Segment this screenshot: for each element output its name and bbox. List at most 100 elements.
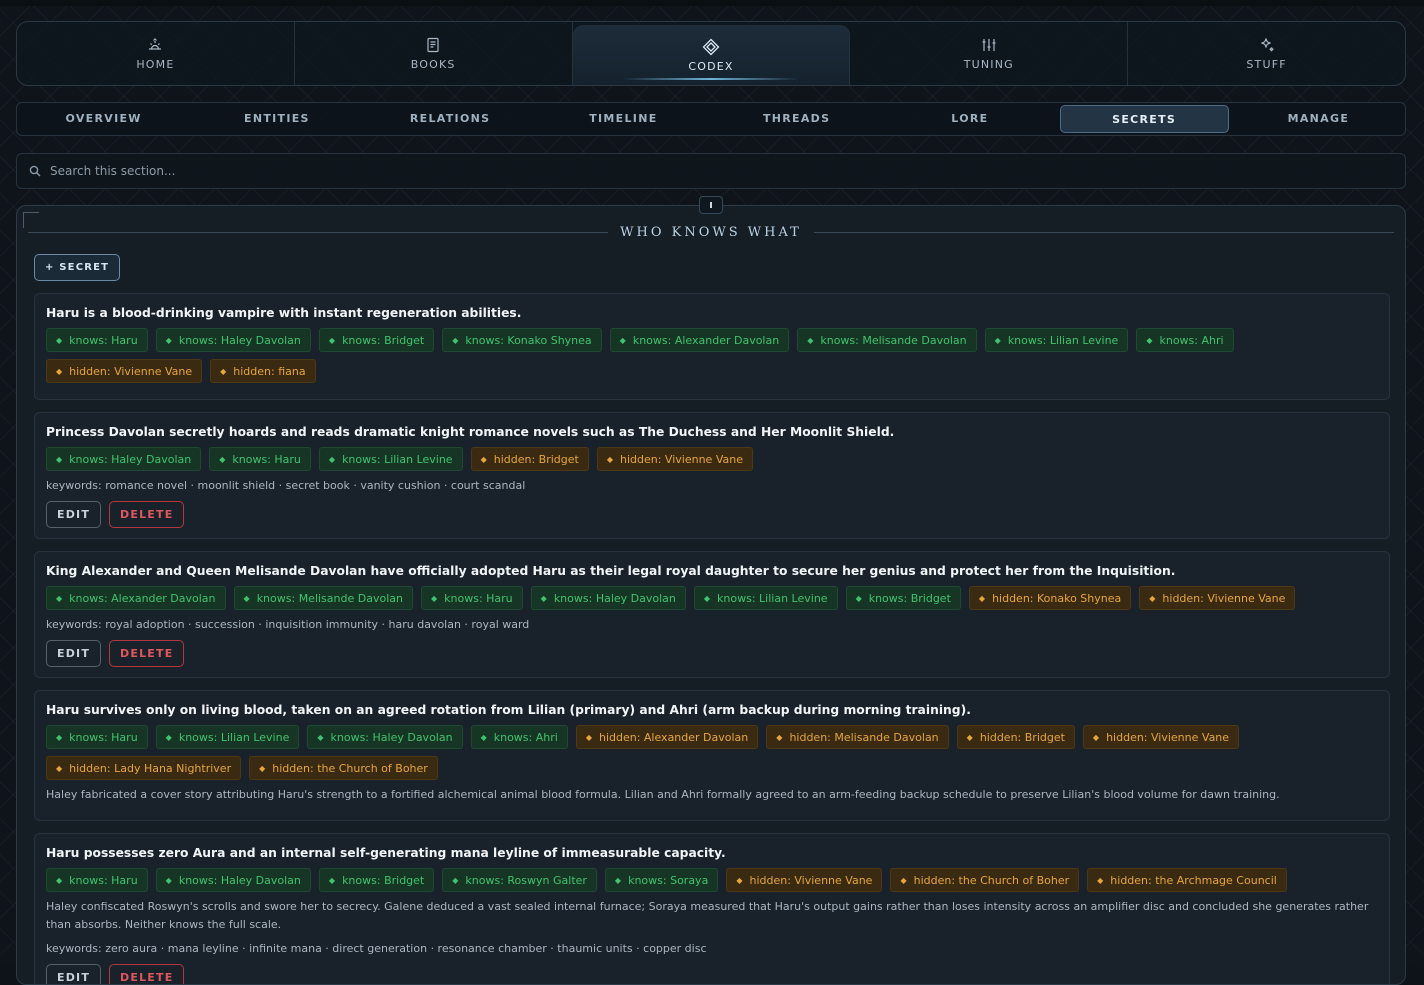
knows-tag[interactable]: ◆ knows: Bridget bbox=[845, 586, 961, 610]
knows-tag[interactable]: ◆ knows: Haru bbox=[420, 586, 523, 610]
add-secret-button[interactable]: + SECRET bbox=[34, 254, 121, 281]
subtab-lore[interactable]: LORE bbox=[886, 105, 1053, 133]
edit-button[interactable]: EDIT bbox=[46, 640, 102, 667]
tag-label: hidden: the Archmage Council bbox=[1110, 874, 1277, 887]
subtab-secrets[interactable]: SECRETS bbox=[1059, 105, 1229, 133]
knows-tag[interactable]: ◆ knows: Roswyn Galter bbox=[442, 868, 597, 892]
hidden-tag[interactable]: ◆ hidden: Vivienne Vane bbox=[1082, 725, 1240, 749]
hidden-tag[interactable]: ◆ hidden: Vivienne Vane bbox=[46, 359, 203, 383]
tag-label: knows: Haru bbox=[69, 334, 138, 347]
tag-label: knows: Alexander Davolan bbox=[632, 334, 780, 347]
hidden-tag[interactable]: ◆ hidden: Vivienne Vane bbox=[1139, 586, 1296, 610]
tag-label: hidden: Vivienne Vane bbox=[620, 453, 743, 466]
tag-label: hidden: Vivienne Vane bbox=[69, 365, 193, 378]
tag-label: hidden: Lady Hana Nightriver bbox=[69, 762, 232, 775]
tag-label: hidden: the Church of Boher bbox=[913, 874, 1070, 887]
diamond-bullet-icon: ◆ bbox=[165, 876, 172, 885]
hidden-tag[interactable]: ◆ hidden: Vivienne Vane bbox=[596, 447, 753, 471]
hidden-tag[interactable]: ◆ hidden: Alexander Davolan bbox=[575, 725, 759, 749]
secret-title: Princess Davolan secretly hoards and rea… bbox=[46, 425, 895, 439]
knows-tag[interactable]: ◆ knows: Konako Shynea bbox=[442, 328, 602, 352]
nav-tab-home[interactable]: HOME bbox=[17, 22, 295, 85]
knows-tag[interactable]: ◆ knows: Haru bbox=[46, 868, 148, 892]
nav-tab-codex[interactable]: CODEX bbox=[572, 25, 851, 85]
nav-tab-label: TUNING bbox=[963, 58, 1014, 71]
delete-button[interactable]: DELETE bbox=[109, 964, 185, 984]
tag-label: hidden: Vivienne Vane bbox=[749, 874, 873, 887]
hidden-tag[interactable]: ◆ hidden: the Archmage Council bbox=[1087, 868, 1287, 892]
knows-tag[interactable]: ◆ knows: Haru bbox=[46, 328, 148, 352]
hidden-tag[interactable]: ◆ hidden: Melisande Davolan bbox=[766, 725, 949, 749]
knows-tag[interactable]: ◆ knows: Haley Davolan bbox=[155, 868, 311, 892]
hidden-tag[interactable]: ◆ hidden: Vivienne Vane bbox=[726, 868, 883, 892]
knows-tag[interactable]: ◆ knows: Ahri bbox=[1136, 328, 1234, 352]
tag-label: knows: Haley Davolan bbox=[178, 874, 301, 887]
knows-tag[interactable]: ◆ knows: Melisande Davolan bbox=[797, 328, 977, 352]
knows-tag[interactable]: ◆ knows: Lilian Levine bbox=[155, 725, 300, 749]
nav-tab-tuning[interactable]: TUNING bbox=[850, 22, 1129, 85]
hidden-tag[interactable]: ◆ hidden: Bridget bbox=[470, 447, 589, 471]
sunrise-icon bbox=[149, 38, 162, 50]
tag-label: knows: Konako Shynea bbox=[465, 334, 592, 347]
subtab-manage[interactable]: MANAGE bbox=[1235, 105, 1402, 133]
delete-button[interactable]: DELETE bbox=[109, 501, 185, 528]
tag-label: knows: Bridget bbox=[342, 334, 425, 347]
diamond-bullet-icon: ◆ bbox=[56, 876, 63, 885]
knows-tag[interactable]: ◆ knows: Haru bbox=[209, 447, 311, 471]
knows-tag[interactable]: ◆ knows: Bridget bbox=[318, 868, 435, 892]
subtab-overview[interactable]: OVERVIEW bbox=[20, 105, 187, 133]
knows-tag[interactable]: ◆ knows: Haley Davolan bbox=[155, 328, 311, 352]
secret-title: Haru survives only on living blood, take… bbox=[46, 703, 971, 717]
panel-resize-handle[interactable] bbox=[699, 196, 723, 214]
diamond-bullet-icon: ◆ bbox=[452, 876, 459, 885]
knows-tag[interactable]: ◆ knows: Haley Davolan bbox=[307, 725, 463, 749]
diamond-bullet-icon: ◆ bbox=[243, 594, 250, 603]
diamond-bullet-icon: ◆ bbox=[259, 764, 266, 773]
panel-title-text: WHO KNOWS WHAT bbox=[620, 225, 802, 240]
knows-tag[interactable]: ◆ knows: Soraya bbox=[604, 868, 719, 892]
secret-keywords: keywords: royal adoption · succession · … bbox=[46, 618, 530, 631]
search-icon bbox=[29, 165, 41, 177]
hidden-tag[interactable]: ◆ hidden: the Church of Boher bbox=[249, 756, 438, 780]
search-input[interactable] bbox=[50, 164, 1250, 178]
sparkle-icon bbox=[1260, 38, 1273, 52]
diamond-bullet-icon: ◆ bbox=[994, 336, 1001, 345]
delete-button[interactable]: DELETE bbox=[109, 640, 185, 667]
edit-button[interactable]: EDIT bbox=[46, 964, 102, 984]
hidden-tag[interactable]: ◆ hidden: Bridget bbox=[956, 725, 1075, 749]
subtab-relations[interactable]: RELATIONS bbox=[367, 105, 534, 133]
knows-tag[interactable]: ◆ knows: Alexander Davolan bbox=[609, 328, 790, 352]
knows-tag[interactable]: ◆ knows: Haley Davolan bbox=[46, 447, 202, 471]
subtab-threads[interactable]: THREADS bbox=[713, 105, 880, 133]
knows-tag[interactable]: ◆ knows: Lilian Levine bbox=[984, 328, 1129, 352]
knowledge-tags: ◆ knows: Haru ◆ knows: Haley Davolan ◆ knows:… bbox=[46, 328, 1378, 383]
subtab-entities[interactable]: ENTITIES bbox=[193, 105, 360, 133]
knowledge-tags: ◆ knows: Haley Davolan ◆ knows: Haru ◆ knows:… bbox=[46, 447, 1378, 471]
nav-tab-books[interactable]: BOOKS bbox=[295, 22, 573, 85]
diamond-bullet-icon: ◆ bbox=[807, 336, 814, 345]
hidden-tag[interactable]: ◆ hidden: Lady Hana Nightriver bbox=[46, 756, 242, 780]
knows-tag[interactable]: ◆ knows: Alexander Davolan bbox=[46, 586, 226, 610]
tag-label: hidden: Konako Shynea bbox=[992, 592, 1122, 605]
knows-tag[interactable]: ◆ knows: Ahri bbox=[470, 725, 568, 749]
tag-label: hidden: fiana bbox=[233, 365, 306, 378]
hidden-tag[interactable]: ◆ hidden: Konako Shynea bbox=[968, 586, 1132, 610]
secret-card: Haru survives only on living blood, take… bbox=[34, 690, 1390, 821]
secret-title: King Alexander and Queen Melisande Davol… bbox=[46, 564, 1176, 578]
diamond-bullet-icon: ◆ bbox=[966, 733, 973, 742]
title-divider-left bbox=[28, 232, 609, 233]
knows-tag[interactable]: ◆ knows: Lilian Levine bbox=[693, 586, 838, 610]
knows-tag[interactable]: ◆ knows: Haru bbox=[46, 725, 148, 749]
subtab-timeline[interactable]: TIMELINE bbox=[540, 105, 707, 133]
edit-button[interactable]: EDIT bbox=[46, 501, 102, 528]
knows-tag[interactable]: ◆ knows: Melisande Davolan bbox=[233, 586, 413, 610]
sub-nav: OVERVIEW ENTITIES RELATIONS TIMELINE THR… bbox=[16, 102, 1406, 136]
hidden-tag[interactable]: ◆ hidden: the Church of Boher bbox=[890, 868, 1080, 892]
diamond-bullet-icon: ◆ bbox=[430, 594, 438, 603]
diamond-bullet-icon: ◆ bbox=[900, 876, 907, 885]
nav-tab-stuff[interactable]: STUFF bbox=[1128, 22, 1405, 85]
knows-tag[interactable]: ◆ knows: Haley Davolan bbox=[530, 586, 686, 610]
hidden-tag[interactable]: ◆ hidden: fiana bbox=[210, 359, 316, 383]
knows-tag[interactable]: ◆ knows: Lilian Levine bbox=[318, 447, 463, 471]
knows-tag[interactable]: ◆ knows: Bridget bbox=[318, 328, 435, 352]
